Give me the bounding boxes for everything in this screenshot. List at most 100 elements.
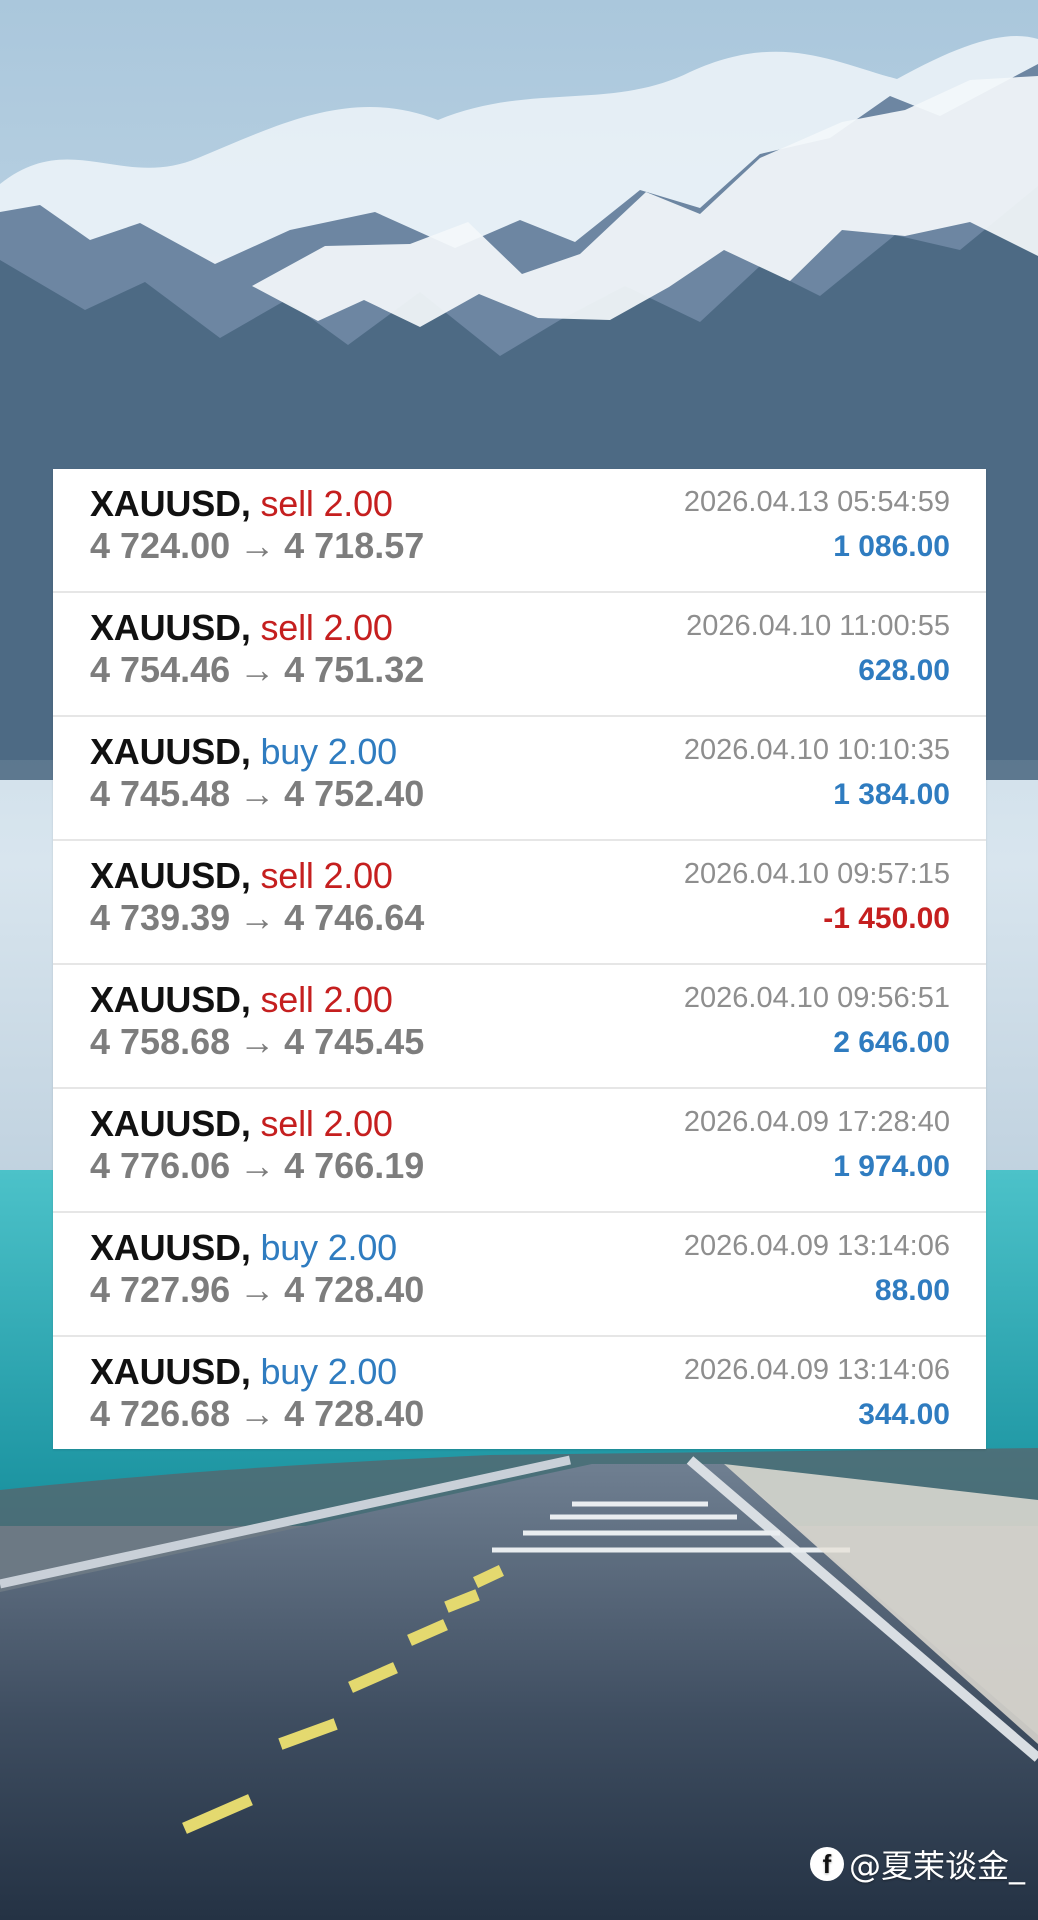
trade-price-line: 4 726.68 → 4 728.40 xyxy=(90,1391,424,1437)
trade-side: sell xyxy=(260,1103,314,1144)
trade-side: sell xyxy=(260,855,314,896)
open-price: 4 776.06 xyxy=(90,1145,231,1186)
trade-time: 2026.04.09 13:14:06 xyxy=(683,1354,950,1386)
title-comma: , xyxy=(240,607,251,648)
close-price: 4 766.19 xyxy=(284,1145,425,1186)
trade-symbol: XAUUSD xyxy=(90,731,241,772)
trade-row[interactable]: XAUUSD, sell 2.00 4 739.39 → 4 746.64 2026… xyxy=(53,841,986,965)
trade-profit: 1 086.00 xyxy=(833,530,950,563)
trade-price-line: 4 758.68 → 4 745.45 xyxy=(90,1019,424,1065)
trade-title: XAUUSD, sell 2.00 xyxy=(90,1101,393,1147)
arrow-right-icon: → xyxy=(239,1269,276,1310)
close-price: 4 752.40 xyxy=(284,773,425,814)
trade-symbol: XAUUSD xyxy=(90,1227,241,1268)
trade-volume: 2.00 xyxy=(323,979,393,1020)
trade-price-line: 4 724.00 → 4 718.57 xyxy=(90,523,424,569)
trade-price-line: 4 727.96 → 4 728.40 xyxy=(90,1267,424,1313)
trade-title: XAUUSD, sell 2.00 xyxy=(90,605,393,651)
trade-profit: 628.00 xyxy=(858,654,950,687)
arrow-right-icon: → xyxy=(239,525,276,566)
trade-time: 2026.04.09 13:14:06 xyxy=(683,1230,950,1262)
trade-side: buy xyxy=(260,1227,318,1268)
close-price: 4 728.40 xyxy=(284,1393,425,1434)
close-price: 4 746.64 xyxy=(284,897,425,938)
title-comma: , xyxy=(240,855,251,896)
trade-row[interactable]: XAUUSD, buy 2.00 4 727.96 → 4 728.40 2026.… xyxy=(53,1213,986,1337)
close-price: 4 718.57 xyxy=(284,525,425,566)
social-watermark: f @夏茉谈金_ xyxy=(809,1842,1025,1886)
arrow-right-icon: → xyxy=(239,649,276,690)
trade-symbol: XAUUSD xyxy=(90,607,241,648)
arrow-right-icon: → xyxy=(239,897,276,938)
watermark-text: @夏茉谈金_ xyxy=(848,1847,1025,1885)
title-comma: , xyxy=(240,731,251,772)
trade-price-line: 4 776.06 → 4 766.19 xyxy=(90,1143,424,1189)
trade-time: 2026.04.10 11:00:55 xyxy=(686,610,950,642)
arrow-right-icon: → xyxy=(239,773,276,814)
trade-time: 2026.04.10 09:56:51 xyxy=(683,982,950,1014)
trade-profit: 2 646.00 xyxy=(833,1026,950,1059)
trade-title: XAUUSD, buy 2.00 xyxy=(90,1225,397,1271)
trade-profit: 1 974.00 xyxy=(833,1150,950,1183)
trade-side: sell xyxy=(260,483,314,524)
title-comma: , xyxy=(240,1227,251,1268)
close-price: 4 728.40 xyxy=(284,1269,425,1310)
arrow-right-icon: → xyxy=(239,1145,276,1186)
trade-price-line: 4 745.48 → 4 752.40 xyxy=(90,771,424,817)
trade-symbol: XAUUSD xyxy=(90,483,241,524)
trade-title: XAUUSD, buy 2.00 xyxy=(90,1349,397,1395)
trade-profit: 344.00 xyxy=(858,1398,950,1431)
title-comma: , xyxy=(240,1351,251,1392)
trade-row[interactable]: XAUUSD, sell 2.00 4 776.06 → 4 766.19 2026… xyxy=(53,1089,986,1213)
trade-profit: -1 450.00 xyxy=(823,902,950,935)
trade-symbol: XAUUSD xyxy=(90,1103,241,1144)
trade-time: 2026.04.13 05:54:59 xyxy=(683,486,950,518)
trade-volume: 2.00 xyxy=(323,483,393,524)
trade-side: sell xyxy=(260,607,314,648)
trade-title: XAUUSD, sell 2.00 xyxy=(90,481,393,527)
trade-side: sell xyxy=(260,979,314,1020)
screen: XAUUSD, sell 2.00 4 724.00 → 4 718.57 2026… xyxy=(0,0,1038,1920)
trade-symbol: XAUUSD xyxy=(90,855,241,896)
trade-side: buy xyxy=(260,731,318,772)
close-price: 4 751.32 xyxy=(284,649,425,690)
trade-history-card: XAUUSD, sell 2.00 4 724.00 → 4 718.57 2026… xyxy=(53,469,986,1449)
open-price: 4 745.48 xyxy=(90,773,231,814)
trade-row[interactable]: XAUUSD, sell 2.00 4 724.00 → 4 718.57 2026… xyxy=(53,469,986,593)
trade-row[interactable]: XAUUSD, sell 2.00 4 754.46 → 4 751.32 2026… xyxy=(53,593,986,717)
open-price: 4 724.00 xyxy=(90,525,231,566)
trade-side: buy xyxy=(260,1351,318,1392)
facebook-icon: f xyxy=(809,1847,844,1881)
trade-volume: 2.00 xyxy=(323,855,393,896)
trade-volume: 2.00 xyxy=(323,1103,393,1144)
trade-volume: 2.00 xyxy=(323,607,393,648)
open-price: 4 727.96 xyxy=(90,1269,231,1310)
trade-title: XAUUSD, sell 2.00 xyxy=(90,853,393,899)
title-comma: , xyxy=(240,1103,251,1144)
trade-title: XAUUSD, sell 2.00 xyxy=(90,977,393,1023)
open-price: 4 739.39 xyxy=(90,897,231,938)
trade-price-line: 4 739.39 → 4 746.64 xyxy=(90,895,424,941)
trade-volume: 2.00 xyxy=(327,1351,397,1392)
trade-profit: 1 384.00 xyxy=(833,778,950,811)
trade-row[interactable]: XAUUSD, buy 2.00 4 726.68 → 4 728.40 2026.… xyxy=(53,1337,986,1449)
arrow-right-icon: → xyxy=(239,1021,276,1062)
title-comma: , xyxy=(240,979,251,1020)
trade-volume: 2.00 xyxy=(327,1227,397,1268)
trade-time: 2026.04.10 10:10:35 xyxy=(683,734,950,766)
open-price: 4 754.46 xyxy=(90,649,231,690)
trade-profit: 88.00 xyxy=(874,1274,950,1307)
trade-row[interactable]: XAUUSD, sell 2.00 4 758.68 → 4 745.45 2026… xyxy=(53,965,986,1089)
title-comma: , xyxy=(240,483,251,524)
open-price: 4 758.68 xyxy=(90,1021,231,1062)
arrow-right-icon: → xyxy=(239,1393,276,1434)
trade-time: 2026.04.09 17:28:40 xyxy=(683,1106,950,1138)
trade-row[interactable]: XAUUSD, buy 2.00 4 745.48 → 4 752.40 2026.… xyxy=(53,717,986,841)
trade-price-line: 4 754.46 → 4 751.32 xyxy=(90,647,424,693)
close-price: 4 745.45 xyxy=(284,1021,425,1062)
trade-title: XAUUSD, buy 2.00 xyxy=(90,729,397,775)
trade-symbol: XAUUSD xyxy=(90,1351,241,1392)
open-price: 4 726.68 xyxy=(90,1393,231,1434)
trade-time: 2026.04.10 09:57:15 xyxy=(683,858,950,890)
trade-volume: 2.00 xyxy=(327,731,397,772)
